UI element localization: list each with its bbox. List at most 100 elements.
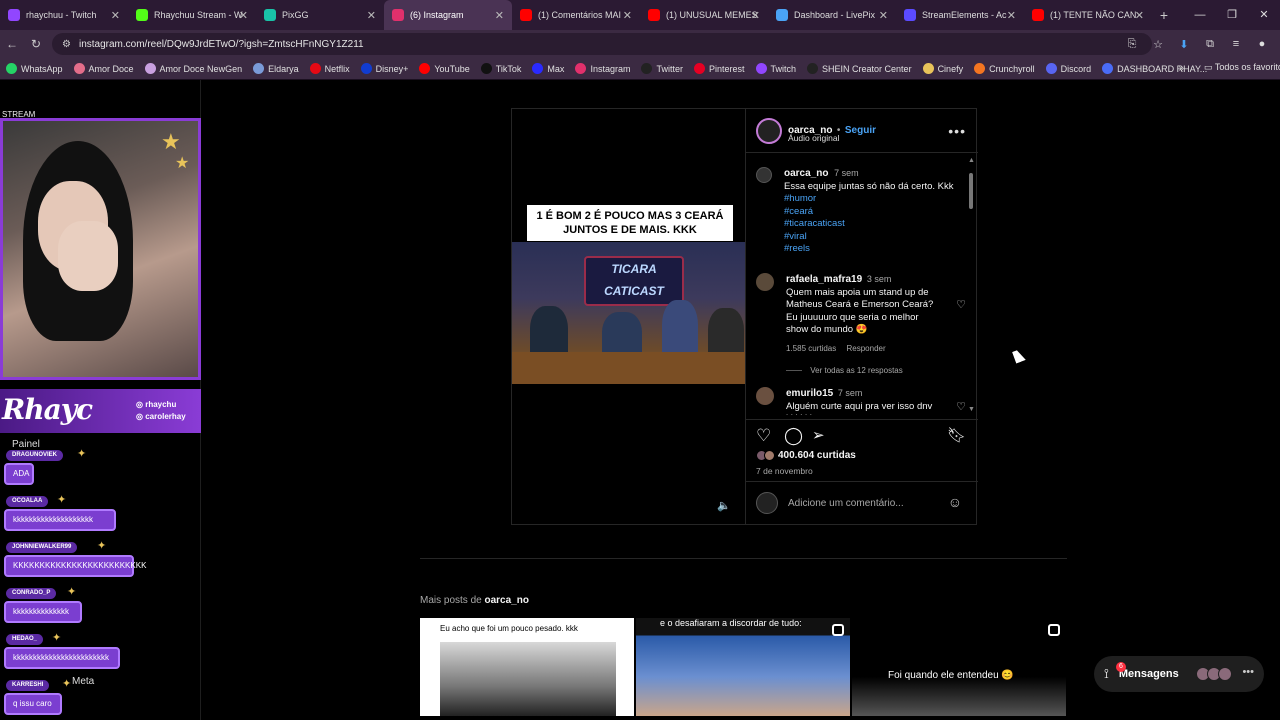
browser-tab[interactable]: (6) Instagram ✕ — [384, 0, 512, 30]
post-thumbnail[interactable]: e o desafiaram a discordar de tudo: — [636, 618, 850, 716]
hashtag-link[interactable]: #viral — [784, 231, 964, 244]
comment-like-icon[interactable]: ♡ — [956, 401, 966, 414]
liker-avatar — [764, 450, 775, 461]
more-options-icon[interactable]: ••• — [1242, 666, 1254, 678]
url-bar[interactable]: ⚙ instagram.com/reel/DQw9JrdETwO/?igsh=Z… — [52, 33, 1152, 55]
follow-button[interactable]: Seguir — [845, 125, 876, 136]
bookmark-star-icon[interactable]: ☆ — [1148, 38, 1168, 51]
bookmark-item[interactable]: YouTube — [419, 63, 470, 74]
author-avatar[interactable] — [756, 118, 782, 144]
close-tab-icon[interactable]: ✕ — [1007, 9, 1016, 22]
reload-button[interactable]: ↻ — [24, 37, 48, 51]
audio-label[interactable]: Áudio original — [788, 133, 840, 143]
extensions-icon[interactable]: ⧉ — [1200, 38, 1220, 51]
back-button[interactable]: ← — [0, 37, 24, 51]
tab-search-icon[interactable]: ≡ — [1226, 38, 1246, 50]
author-avatar-small[interactable] — [756, 167, 772, 183]
browser-tab[interactable]: Dashboard - LivePix ✕ — [768, 0, 896, 30]
share-send-icon[interactable]: ➢ — [812, 426, 825, 444]
bookmark-item[interactable]: Disney+ — [360, 63, 408, 74]
bookmark-item[interactable]: Instagram — [575, 63, 630, 74]
likes-summary[interactable]: 400.604 curtidas — [756, 450, 856, 461]
close-tab-icon[interactable]: ✕ — [239, 9, 248, 22]
bookmark-item[interactable]: Crunchyroll — [974, 63, 1035, 74]
bookmark-label: Pinterest — [708, 63, 745, 74]
badge-star-icon: ✦ — [77, 448, 87, 460]
close-tab-icon[interactable]: ✕ — [1135, 9, 1144, 22]
hashtag-link[interactable]: #reels — [784, 243, 964, 256]
bookmark-favicon-icon — [922, 63, 934, 74]
scroll-up-icon[interactable]: ▲ — [968, 157, 975, 164]
bookmark-label: WhatsApp — [21, 63, 63, 74]
bookmarks-overflow-icon[interactable]: » — [1178, 63, 1184, 74]
bookmark-item[interactable]: Eldarya — [253, 63, 299, 74]
save-bookmark-icon[interactable]: 🔖︎ — [947, 426, 966, 444]
bookmark-item[interactable]: SHEIN Creator Center — [807, 63, 912, 74]
bookmark-item[interactable]: Cinefy — [922, 63, 963, 74]
comment-bubble-icon[interactable]: ◯ — [784, 426, 803, 446]
close-tab-icon[interactable]: ✕ — [879, 9, 888, 22]
bookmark-favicon-icon — [253, 63, 265, 74]
restore-button[interactable]: ❐ — [1216, 0, 1248, 30]
commenter-avatar[interactable] — [756, 273, 774, 291]
bookmark-item[interactable]: Twitch — [755, 63, 796, 74]
messages-button[interactable]: ⟟ 6 Mensagens ••• — [1094, 656, 1264, 692]
scrollbar-thumb[interactable] — [969, 173, 973, 209]
commenter-username[interactable]: emurilo15 — [786, 388, 833, 399]
browser-tab[interactable]: (1) Comentários MAI ✕ — [512, 0, 640, 30]
post-thumbnail[interactable]: Eu acho que foi um pouco pesado. kkk — [420, 618, 634, 716]
like-heart-icon[interactable]: ♡ — [756, 426, 771, 446]
tab-favicon-icon — [392, 9, 404, 21]
bookmark-item[interactable]: Max — [532, 63, 564, 74]
download-icon[interactable]: ⬇ — [1174, 38, 1194, 51]
install-app-icon[interactable]: ⎘ — [1122, 38, 1142, 51]
browser-tab[interactable]: StreamElements - Ac ✕ — [896, 0, 1024, 30]
browser-tab[interactable]: PixGG ✕ — [256, 0, 384, 30]
caption-author[interactable]: oarca_no — [784, 168, 828, 179]
reply-button[interactable]: Responder — [847, 344, 886, 353]
bookmark-label: YouTube — [434, 63, 470, 74]
browser-tab[interactable]: (1) UNUSUAL MEMES ✕ — [640, 0, 768, 30]
comment-likes[interactable]: 1.585 curtidas — [786, 344, 836, 353]
commenter-avatar[interactable] — [756, 387, 774, 405]
profile-avatar[interactable]: ● — [1252, 38, 1272, 50]
close-tab-icon[interactable]: ✕ — [623, 9, 632, 22]
commenter-username[interactable]: rafaela_mafra19 — [786, 274, 862, 285]
new-tab-button[interactable]: + — [1152, 7, 1176, 23]
bookmark-item[interactable]: WhatsApp — [6, 63, 63, 74]
browser-tab[interactable]: rhaychuu - Twitch ✕ — [0, 0, 128, 30]
view-replies-button[interactable]: Ver todas as 12 respostas — [810, 366, 903, 375]
bookmark-item[interactable]: Pinterest — [693, 63, 745, 74]
post-thumbnail[interactable]: Foi quando ele entendeu 😊 — [852, 618, 1066, 716]
bookmark-item[interactable]: DASHBOARD RHAY... — [1102, 63, 1207, 74]
close-tab-icon[interactable]: ✕ — [751, 9, 760, 22]
more-posts-author[interactable]: oarca_no — [484, 595, 528, 606]
reel-video[interactable]: 1 É BOM 2 É POUCO MAS 3 CEARÁ JUNTOS E D… — [512, 109, 745, 524]
close-tab-icon[interactable]: ✕ — [495, 9, 504, 22]
scroll-down-icon[interactable]: ▼ — [968, 406, 975, 413]
browser-tab[interactable]: Rhaychuu Stream - W ✕ — [128, 0, 256, 30]
browser-tab[interactable]: (1) TENTE NÃO CAN ✕ — [1024, 0, 1152, 30]
bookmark-item[interactable]: Amor Doce NewGen — [144, 63, 242, 74]
all-bookmarks-folder[interactable]: ▭ Todos os favoritos — [1204, 62, 1280, 73]
close-tab-icon[interactable]: ✕ — [367, 9, 376, 22]
close-tab-icon[interactable]: ✕ — [111, 9, 120, 22]
comment-like-icon[interactable]: ♡ — [956, 299, 966, 312]
volume-icon[interactable]: 🔈 — [717, 499, 731, 512]
emoji-icon[interactable]: ☺ — [948, 494, 962, 510]
bookmark-item[interactable]: Amor Doce — [73, 63, 134, 74]
bookmark-favicon-icon — [641, 63, 653, 74]
more-options-icon[interactable]: ••• — [948, 123, 966, 139]
comments-scrollbar[interactable]: ▲ ▼ — [968, 157, 975, 413]
minimize-button[interactable]: — — [1184, 0, 1216, 30]
hashtag-link[interactable]: #humor — [784, 193, 964, 206]
bookmark-item[interactable]: Discord — [1045, 63, 1091, 74]
bookmark-item[interactable]: Netflix — [309, 63, 350, 74]
close-window-button[interactable]: ✕ — [1248, 0, 1280, 30]
hashtag-link[interactable]: #ticaracaticast — [784, 218, 964, 231]
bookmark-item[interactable]: Twitter — [641, 63, 683, 74]
comment-input[interactable]: Adicione um comentário... — [788, 498, 904, 509]
hashtag-link[interactable]: #ceará — [784, 206, 964, 219]
site-info-icon[interactable]: ⚙ — [62, 39, 71, 50]
bookmark-item[interactable]: TikTok — [480, 63, 521, 74]
